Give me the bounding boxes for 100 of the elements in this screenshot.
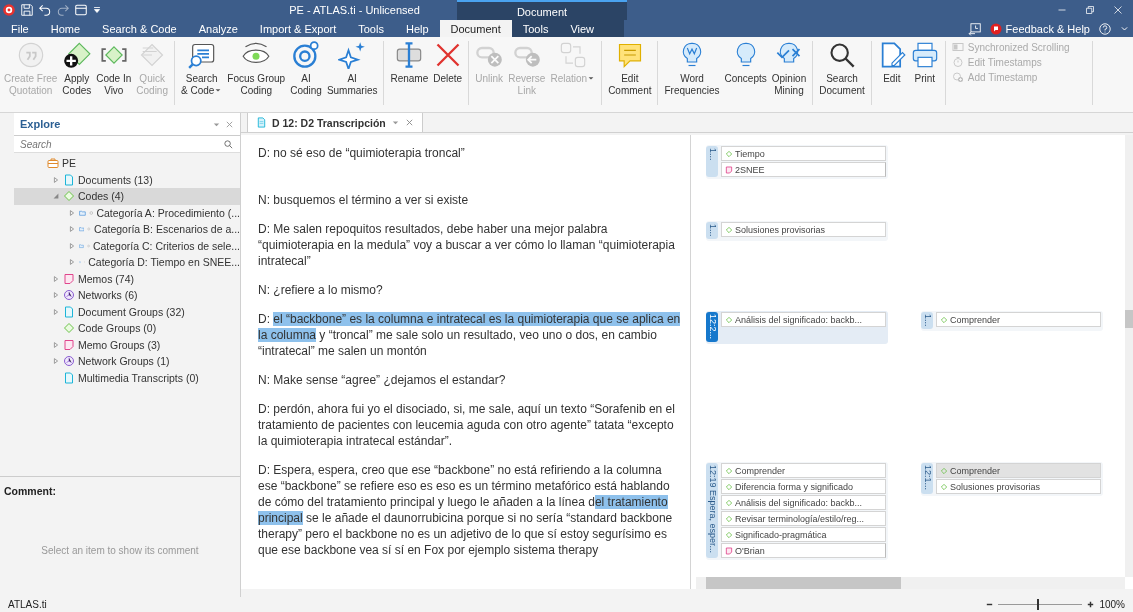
ribbon-button[interactable]: Print [908, 41, 941, 85]
ribbon-button[interactable]: Word Frequencies [662, 41, 722, 97]
menu-tab[interactable]: File [0, 20, 40, 37]
margin-tag[interactable]: Comprender [936, 312, 1101, 327]
menu-tab[interactable]: Tools [511, 20, 560, 37]
timer-icon [951, 56, 964, 68]
ribbon-button[interactable]: Edit [875, 41, 908, 85]
quotation-label[interactable]: 12:1... [921, 463, 933, 494]
tree-item[interactable]: Categoría A: Procedimiento (... [14, 204, 240, 221]
margin-tag[interactable]: Análisis del significado: backb... [721, 312, 886, 327]
ribbon-button[interactable]: Delete [431, 41, 465, 85]
ribbon-button[interactable]: AI Summaries [324, 41, 380, 97]
undo-icon[interactable] [38, 3, 52, 17]
quotation-label[interactable]: 12:19 Espera, esper... [706, 463, 718, 558]
ribbon-button[interactable]: Rename [388, 41, 431, 85]
close-icon[interactable] [225, 119, 234, 129]
zoom-in-icon[interactable] [1086, 600, 1096, 609]
ribbon-button[interactable]: Search & Code [179, 41, 225, 97]
margin-tag[interactable]: Diferencia forma y significado [721, 479, 886, 494]
feedback-button[interactable]: Feedback & Help [989, 22, 1090, 35]
redo-icon[interactable] [56, 3, 70, 17]
menu-tab[interactable]: Help [394, 20, 440, 37]
context-tab-group: Document [457, 0, 627, 20]
menu-tab[interactable]: Home [39, 20, 92, 37]
margin-tag[interactable]: Solusiones provisorias [721, 222, 886, 237]
circle-icon [87, 225, 92, 234]
search-field[interactable]: Search [14, 136, 240, 153]
whats-new-icon[interactable] [967, 21, 982, 36]
slider-thumb[interactable] [1037, 599, 1040, 610]
margin-tag[interactable]: Comprender [721, 463, 886, 478]
margin-tag[interactable]: Tiempo [721, 146, 886, 161]
margin-tag[interactable]: 2SNEE [721, 162, 886, 177]
quotation-label[interactable]: 1... [706, 222, 718, 239]
tree-item[interactable]: PE [14, 155, 240, 172]
relation-icon [558, 41, 587, 69]
vertical-scrollbar[interactable] [1125, 135, 1133, 577]
ribbon-button[interactable]: Opinion Mining [769, 41, 809, 97]
add-timer-icon [951, 71, 964, 83]
quotation-label[interactable]: 12:2... [706, 312, 718, 342]
save-icon[interactable] [20, 3, 34, 17]
transcript-paragraph: D: Me salen repoquitos resultados, debe haber una mejor palabra “quimioterapia en la medula” voy a buscar a ver cómo lo llaman “quimioterapia intratecal” [257, 221, 676, 269]
app-logo-icon[interactable] [2, 3, 16, 17]
ribbon-button[interactable]: Concepts [722, 41, 769, 97]
tree-item[interactable]: Networks (6) [14, 287, 240, 304]
tree-item[interactable]: Categoría D: Tiempo en SNEE... [14, 254, 240, 271]
window-layout-icon[interactable] [74, 3, 88, 17]
code-plus-icon [62, 41, 91, 69]
menu-tab[interactable]: Analyze [187, 20, 249, 37]
collapse-arrow-icon[interactable] [52, 192, 60, 201]
expand-arrow-icon[interactable] [52, 175, 60, 184]
quotation-label[interactable]: 1... [921, 312, 933, 329]
transcript-paragraph: N: ¿refiere a lo mismo? [257, 282, 384, 298]
code-icon [63, 190, 75, 203]
ribbon-button[interactable]: Search Document [817, 41, 867, 97]
ribbon-button[interactable]: Apply Codes [60, 41, 94, 97]
menu-tab[interactable]: Import & Export [248, 20, 348, 37]
tree-item[interactable]: Documents (13) [14, 171, 240, 188]
tree-item[interactable]: Network Groups (1) [14, 353, 240, 370]
horizontal-scrollbar[interactable] [696, 577, 1125, 589]
briefcase-icon [47, 157, 59, 170]
chevron-icon[interactable] [1120, 24, 1129, 33]
split-view-icon [951, 41, 964, 53]
menu-tab[interactable]: Search & Code [91, 20, 188, 37]
close-icon[interactable] [404, 118, 414, 127]
tree-item[interactable]: Codes (4) [14, 188, 240, 205]
search-icon[interactable] [223, 138, 234, 150]
quotation-label[interactable]: 1... [706, 146, 718, 177]
margin-tag[interactable]: Solusiones provisorias [936, 479, 1101, 494]
margin-tag[interactable]: Significado-pragmática [721, 527, 886, 542]
tree-item[interactable]: Memo Groups (3) [14, 336, 240, 353]
ribbon-button[interactable]: Edit Comment [606, 41, 654, 97]
help-icon[interactable] [1098, 21, 1112, 36]
document-icon [63, 371, 75, 384]
margin-tag[interactable]: Revisar terminología/estilo/reg... [721, 511, 886, 526]
tree-item[interactable]: Multimedia Transcripts (0) [14, 369, 240, 386]
margin-tag[interactable]: Análisis del significado: backb... [721, 495, 886, 510]
memo-icon [725, 165, 733, 174]
menu-tab[interactable]: Document [439, 20, 512, 37]
margin-tag[interactable]: Comprender [936, 463, 1101, 478]
transcript-paragraph: N: Make sense “agree” ¿dejamos el estandar? [257, 372, 507, 388]
tree-item[interactable]: Code Groups (0) [14, 320, 240, 337]
ribbon-button[interactable]: Code In Vivo [94, 41, 134, 97]
sparkle-icon [338, 41, 367, 69]
ribbon-button[interactable]: AI Coding [288, 41, 324, 97]
tree-item[interactable]: Categoría C: Criterios de sele... [14, 237, 240, 254]
transcript-tab[interactable]: D 12: D2 Transcripción [247, 113, 423, 132]
tree-item[interactable]: Document Groups (32) [14, 303, 240, 320]
quotation-icon [16, 41, 45, 69]
margin-tag[interactable]: O'Brian [721, 543, 886, 558]
menu-tab[interactable]: View [559, 20, 625, 37]
feedback-icon [989, 22, 1002, 35]
tree-item[interactable]: Categoría B: Escenarios de a... [14, 221, 240, 238]
network-icon [63, 289, 75, 302]
tree-item[interactable]: Memos (74) [14, 270, 240, 287]
ribbon-button[interactable]: Focus Group Coding [225, 41, 288, 97]
menu-tab[interactable]: Tools [347, 20, 395, 37]
memo-icon [63, 272, 75, 285]
printer-icon [910, 41, 939, 69]
search-input[interactable]: Search [20, 138, 223, 150]
restore-icon[interactable] [1083, 3, 1097, 17]
